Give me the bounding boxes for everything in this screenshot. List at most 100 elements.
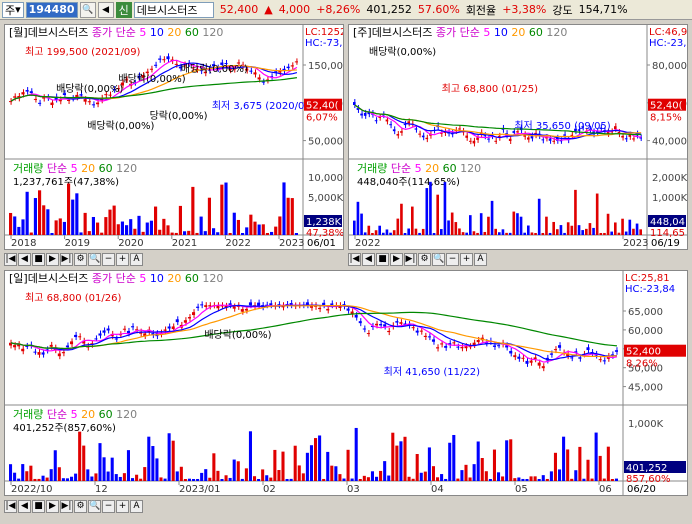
legend-period-20: 20 [167, 272, 185, 285]
candle-body [469, 140, 472, 142]
zoom-out-icon[interactable]: − [102, 253, 115, 266]
candle-body [436, 347, 440, 349]
daily-chart-panel[interactable]: [일]데브시스터즈 종가 단순 5 10 20 60 120 LC:25,81 H… [4, 270, 688, 496]
volume-bar [257, 479, 261, 481]
candle-body [558, 345, 562, 348]
font-icon[interactable]: A [130, 500, 143, 513]
monthly-chart-panel[interactable]: [월]데브시스터즈 종가 단순 5 10 20 60 120 LC:1252 HC… [4, 24, 344, 250]
chart-annotation: 배당락(0,00%) [181, 63, 248, 75]
volume-bar [29, 232, 33, 235]
volume-bar [212, 453, 216, 481]
next-icon[interactable]: ▶ [390, 253, 403, 266]
volume-bar [370, 471, 374, 481]
last-icon[interactable]: ▶| [60, 500, 73, 513]
volume-bar [529, 476, 533, 481]
candle-body [204, 305, 208, 307]
legend-period-5: 5 [139, 26, 150, 39]
candle-body [122, 328, 126, 330]
volume-bar [610, 478, 614, 481]
stop-icon[interactable]: ■ [32, 253, 45, 266]
candle-body [396, 134, 400, 136]
market-select[interactable]: 주 ▾ [2, 1, 24, 18]
candle-body [158, 58, 162, 60]
volume-period-20: 20 [425, 162, 443, 175]
candle-body [414, 128, 418, 130]
volume-period-60: 60 [99, 162, 117, 175]
candle-body [509, 350, 513, 354]
volume-bar [549, 471, 553, 481]
candle-body [517, 356, 521, 359]
next-icon[interactable]: ▶ [46, 253, 59, 266]
candle-body [37, 352, 41, 355]
daily-nav[interactable]: |◀ ◀ ■ ▶ ▶| ⚙ 🔍 − + A [4, 499, 688, 514]
volume-bar [82, 445, 86, 481]
volume-bar [391, 432, 395, 481]
speaker-icon[interactable]: ◀ [97, 1, 114, 18]
last-icon[interactable]: ▶| [60, 253, 73, 266]
candle-body [476, 137, 479, 140]
prev-icon[interactable]: ◀ [362, 253, 375, 266]
candle-body [114, 338, 118, 340]
zoom-icon[interactable]: 🔍 [432, 253, 445, 266]
candle-body [621, 135, 624, 138]
zoom-icon[interactable]: 🔍 [88, 500, 101, 513]
stock-code-input[interactable]: 194480 [25, 1, 78, 18]
volume-bar [548, 232, 552, 235]
weekly-chart-panel[interactable]: [주]데브시스터즈 종가 단순 5 10 20 60 120 LC:46,98H… [348, 24, 688, 250]
settings-icon[interactable]: ⚙ [418, 253, 431, 266]
volume-bar [135, 474, 139, 481]
first-icon[interactable]: |◀ [4, 500, 17, 513]
candle-body [318, 307, 322, 310]
last-icon[interactable]: ▶| [404, 253, 417, 266]
weekly-nav[interactable]: |◀ ◀ ■ ▶ ▶| ⚙ 🔍 − + A [348, 252, 688, 267]
zoom-in-icon[interactable]: + [116, 253, 129, 266]
current-date: 06/01 [307, 238, 336, 249]
candle-body [240, 309, 244, 312]
x-tick-label: 05 [515, 484, 528, 495]
x-tick-label: 2022 [225, 238, 250, 249]
candle-body [131, 326, 135, 328]
lc-label: LC:1252 [305, 27, 343, 38]
chart-svg: [주]데브시스터즈 종가 단순 5 10 20 60 120 LC:46,98H… [349, 25, 687, 249]
first-icon[interactable]: |◀ [4, 253, 17, 266]
volume-bar [414, 228, 418, 235]
monthly-nav[interactable]: |◀ ◀ ■ ▶ ▶| ⚙ 🔍 − + A [4, 252, 344, 267]
zoom-in-icon[interactable]: + [460, 253, 473, 266]
zoom-out-icon[interactable]: − [102, 500, 115, 513]
volume-bar [516, 213, 519, 235]
volume-bar [578, 446, 582, 481]
font-icon[interactable]: A [130, 253, 143, 266]
volume-bar [494, 228, 497, 235]
settings-icon[interactable]: ⚙ [74, 253, 87, 266]
candle-body [366, 333, 370, 335]
volume-bar [358, 478, 362, 481]
first-icon[interactable]: |◀ [348, 253, 361, 266]
volume-bar [447, 220, 450, 235]
font-icon[interactable]: A [474, 253, 487, 266]
volume-bar [114, 474, 118, 481]
chart-annotation: 당락(0,00%) [150, 110, 208, 122]
prev-icon[interactable]: ◀ [18, 253, 31, 266]
stop-icon[interactable]: ■ [376, 253, 389, 266]
prev-icon[interactable]: ◀ [18, 500, 31, 513]
zoom-icon[interactable]: 🔍 [88, 253, 101, 266]
volume-bar [590, 478, 594, 481]
volume-bar [431, 466, 435, 481]
volume-bar [552, 221, 555, 235]
volume-bar [432, 232, 436, 235]
volume-bar [17, 478, 21, 481]
stop-icon[interactable]: ■ [32, 500, 45, 513]
candle-body [269, 303, 273, 306]
next-icon[interactable]: ▶ [46, 500, 59, 513]
zoom-out-icon[interactable]: − [446, 253, 459, 266]
settings-icon[interactable]: ⚙ [74, 500, 87, 513]
zoom-in-icon[interactable]: + [116, 500, 129, 513]
volume-bar [371, 232, 374, 235]
volume-bar [537, 479, 541, 481]
candle-body [411, 327, 415, 329]
chart-annotation: 최저 35,650 (09/05) [514, 120, 610, 132]
strength-label: 강도 [552, 3, 573, 17]
volume-bar [378, 225, 381, 235]
volume-bar [199, 216, 203, 235]
search-icon[interactable]: 🔍 [79, 1, 96, 18]
